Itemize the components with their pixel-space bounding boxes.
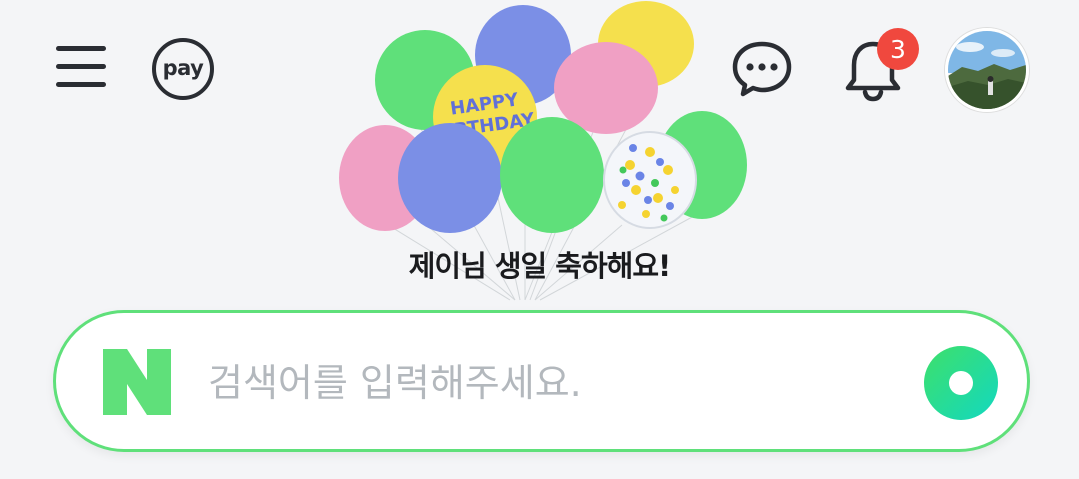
hamburger-menu-icon[interactable] [52, 38, 110, 94]
birthday-greeting: 제이님 생일 축하해요! [408, 249, 672, 283]
pay-button[interactable]: pay [152, 38, 214, 100]
notification-badge: 3 [877, 28, 919, 70]
pay-label: pay [162, 55, 204, 80]
search-input[interactable] [208, 347, 908, 419]
naver-logo-icon[interactable] [103, 349, 171, 415]
avatar[interactable] [945, 28, 1029, 112]
search-bar [53, 310, 1030, 452]
search-button[interactable] [924, 346, 998, 420]
